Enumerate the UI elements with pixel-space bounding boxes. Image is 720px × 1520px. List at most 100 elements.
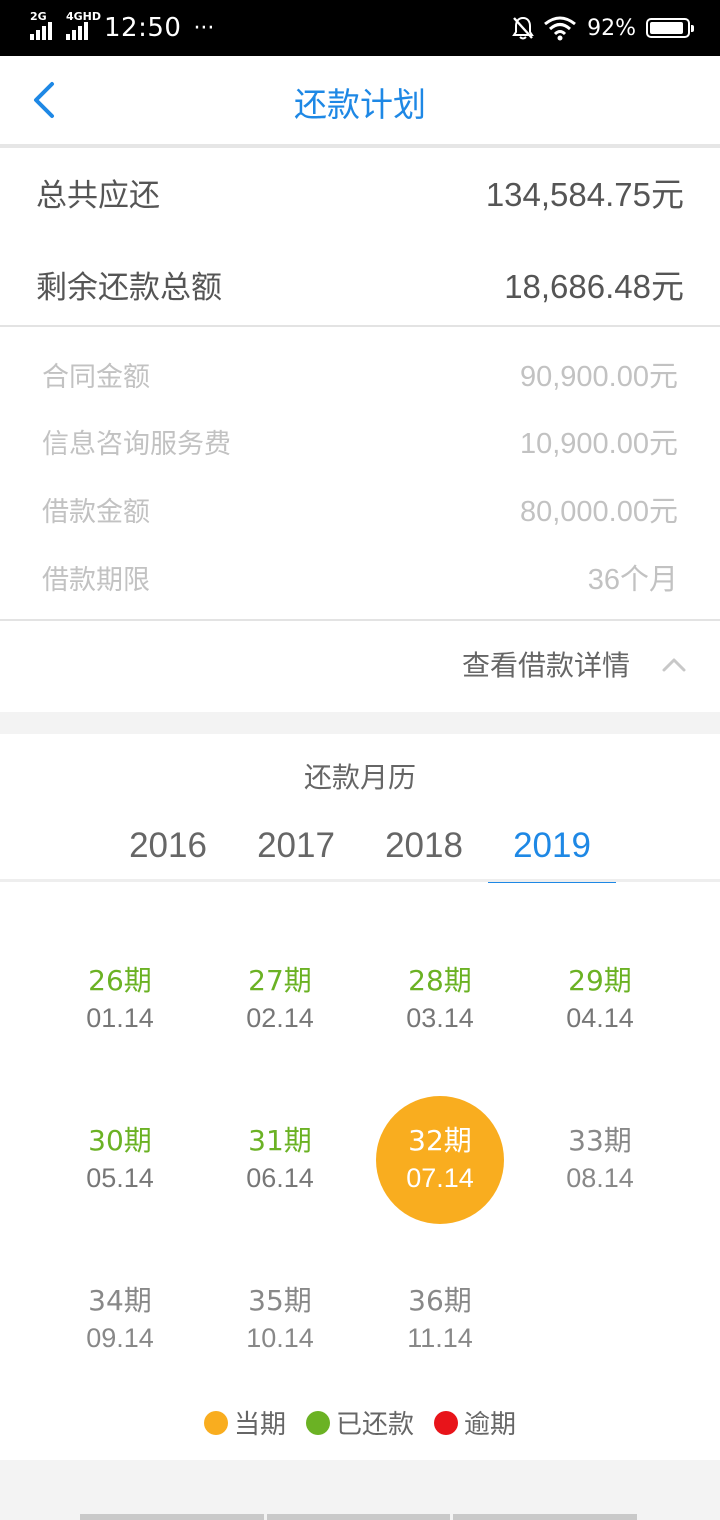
legend-label: 已还款: [335, 1410, 414, 1440]
period-cell[interactable]: 29期 04.14: [520, 920, 680, 1080]
period-number: 34期: [88, 1284, 152, 1317]
period-date: 05.14: [86, 1163, 154, 1193]
period-cell[interactable]: 26期 01.14: [40, 920, 200, 1080]
current-period-bubble: 32期 07.14: [376, 1096, 504, 1224]
period-date: 06.14: [246, 1163, 314, 1193]
period-number: 30期: [88, 1124, 152, 1157]
period-date: 08.14: [566, 1163, 634, 1193]
period-date: 09.14: [86, 1323, 154, 1353]
legend-item: 逾期: [434, 1404, 516, 1441]
legend-item: 已还款: [305, 1404, 414, 1441]
divider: [0, 619, 720, 621]
year-tabs-divider: [0, 879, 720, 882]
more-notifications-icon: ···: [193, 15, 215, 41]
total-due-row: 总共应还 134,584.75元: [36, 170, 684, 214]
detail-value: 36个月: [587, 564, 678, 596]
legend-label: 当期: [233, 1410, 286, 1440]
period-bubble: 31期 06.14: [216, 1096, 344, 1224]
period-bubble: 29期 04.14: [536, 936, 664, 1064]
legend-dot-icon: [434, 1410, 458, 1435]
remaining-row: 剩余还款总额 18,686.48元: [36, 262, 684, 306]
period-number: 27期: [248, 964, 312, 997]
wifi-icon: [544, 16, 577, 41]
detail-label: 合同金额: [42, 361, 150, 393]
signal-icon-2: 4GHD: [66, 10, 101, 40]
year-tabs: 2016 2017 2018 2019: [104, 826, 616, 883]
period-number: 29期: [568, 964, 632, 997]
period-number: 26期: [88, 964, 152, 997]
period-bubble: 36期 11.14: [376, 1256, 504, 1384]
total-due-value: 134,584.75元: [485, 176, 684, 213]
period-cell[interactable]: 36期 11.14: [360, 1240, 520, 1400]
legend-dot-icon: [203, 1410, 228, 1435]
nav-bar: 还款计划: [0, 56, 720, 148]
battery-icon: [646, 18, 694, 38]
signal-icon-1: 2G: [30, 10, 54, 40]
detail-row: 借款金额 80,000.00元: [42, 489, 678, 529]
detail-label: 借款金额: [42, 496, 150, 528]
period-date: 02.14: [246, 1003, 314, 1033]
period-date: 07.14: [406, 1163, 474, 1193]
period-date: 01.14: [86, 1003, 154, 1033]
legend-label: 逾期: [464, 1410, 517, 1440]
legend-dot-icon: [305, 1410, 330, 1435]
period-number: 28期: [408, 964, 472, 997]
period-cell[interactable]: 28期 03.14: [360, 920, 520, 1080]
page-title: 还款计划: [294, 85, 426, 124]
view-loan-details-toggle[interactable]: 查看借款详情: [462, 644, 688, 684]
period-date: 11.14: [407, 1323, 473, 1353]
period-cell[interactable]: 31期 06.14: [200, 1080, 360, 1240]
remaining-label: 剩余还款总额: [36, 269, 222, 306]
period-number: 35期: [248, 1284, 312, 1317]
legend-item: 当期: [203, 1404, 286, 1441]
status-bar: 2G 4GHD 12:50 ··· 92%: [0, 0, 720, 56]
detail-label: 借款期限: [42, 564, 150, 596]
tab-year-2019[interactable]: 2019: [488, 826, 616, 883]
period-cell[interactable]: 33期 08.14: [520, 1080, 680, 1240]
bottom-area: [0, 1460, 720, 1520]
detail-row: 合同金额 90,900.00元: [42, 354, 678, 394]
chevron-up-icon: [662, 658, 686, 672]
detail-row: 借款期限 36个月: [42, 557, 678, 597]
remaining-value: 18,686.48元: [504, 268, 684, 305]
total-due-label: 总共应还: [36, 177, 160, 214]
status-time: 12:50: [104, 13, 182, 43]
detail-value: 90,900.00元: [519, 361, 678, 393]
detail-value: 80,000.00元: [519, 496, 678, 528]
calendar-title: 还款月历: [303, 761, 416, 794]
period-bubble: 35期 10.14: [216, 1256, 344, 1384]
bottom-tab-strip: [80, 1514, 640, 1520]
section-gap: [0, 712, 720, 734]
period-bubble: 34期 09.14: [56, 1256, 184, 1384]
detail-row: 信息咨询服务费 10,900.00元: [42, 421, 678, 461]
period-cell[interactable]: 27期 02.14: [200, 920, 360, 1080]
mute-bell-icon: [512, 16, 534, 40]
period-cell[interactable]: 35期 10.14: [200, 1240, 360, 1400]
period-cell[interactable]: 34期 09.14: [40, 1240, 200, 1400]
period-number: 36期: [408, 1284, 472, 1317]
period-number: 32期: [408, 1124, 472, 1157]
view-loan-details-label: 查看借款详情: [461, 649, 630, 682]
detail-label: 信息咨询服务费: [42, 428, 231, 460]
period-cell[interactable]: 32期 07.14: [360, 1080, 520, 1240]
tab-year-2018[interactable]: 2018: [360, 826, 488, 882]
period-number: 31期: [248, 1124, 312, 1157]
legend: 当期 已还款 逾期: [0, 1404, 720, 1441]
period-date: 10.14: [246, 1323, 314, 1353]
period-bubble: 30期 05.14: [56, 1096, 184, 1224]
period-bubble: 26期 01.14: [56, 936, 184, 1064]
signal-2-label: 4GHD: [66, 10, 102, 23]
period-bubble: 33期 08.14: [536, 1096, 664, 1224]
battery-percent: 92%: [587, 15, 636, 41]
period-date: 03.14: [406, 1003, 474, 1033]
period-date: 04.14: [566, 1003, 634, 1033]
detail-value: 10,900.00元: [519, 428, 678, 460]
tab-year-2016[interactable]: 2016: [104, 826, 232, 882]
period-cell[interactable]: 30期 05.14: [40, 1080, 200, 1240]
period-bubble: 27期 02.14: [216, 936, 344, 1064]
period-number: 33期: [568, 1124, 632, 1157]
divider: [0, 325, 720, 327]
tab-year-2017[interactable]: 2017: [232, 826, 360, 882]
period-bubble: 28期 03.14: [376, 936, 504, 1064]
period-grid: 26期 01.14 27期 02.14 28期 03.14 29期 04.14 30期 05.14…: [40, 920, 680, 1400]
